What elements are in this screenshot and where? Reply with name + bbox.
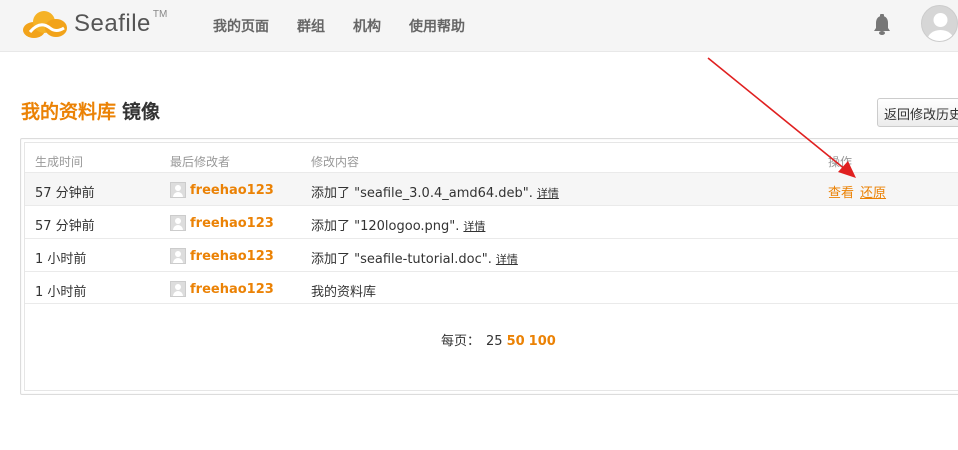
- nav-help[interactable]: 使用帮助: [409, 16, 465, 36]
- header-changes: 修改内容: [311, 155, 360, 169]
- change-description: 添加了 "seafile_3.0.4_amd64.deb".: [311, 186, 533, 201]
- user-link[interactable]: freehao123: [190, 216, 274, 231]
- top-header: Seafile TM 我的页面 群组 机构 使用帮助: [0, 0, 958, 52]
- seafile-logo[interactable]: Seafile TM: [20, 6, 167, 42]
- title-suffix: 镜像: [122, 101, 161, 123]
- nav-groups[interactable]: 群组: [297, 16, 325, 36]
- back-to-history-button[interactable]: 返回修改历史: [877, 98, 958, 127]
- row-change: 添加了 "seafile-tutorial.doc". 详情: [311, 248, 518, 267]
- detail-link[interactable]: 详情: [463, 220, 485, 233]
- per-page-current: 25: [486, 334, 503, 349]
- cloud-logo-icon: [23, 11, 67, 38]
- per-page-option[interactable]: 100: [529, 334, 556, 349]
- table-row: 57 分钟前 freehao123 添加了 "seafile_3.0.4_amd…: [25, 172, 958, 205]
- bell-icon[interactable]: [872, 14, 892, 36]
- per-page-pager: 每页： 25 50 100: [441, 330, 556, 349]
- row-change: 添加了 "120logoo.png". 详情: [311, 215, 485, 234]
- main-nav: 我的页面 群组 机构 使用帮助: [213, 16, 493, 36]
- repo-name-link[interactable]: 我的资料库: [21, 101, 116, 123]
- per-page-option[interactable]: 50: [507, 334, 525, 349]
- row-time: 1 小时前: [35, 252, 87, 267]
- user-avatar-icon: [170, 281, 186, 297]
- row-time: 57 分钟前: [35, 219, 95, 234]
- per-page-label: 每页：: [441, 334, 481, 349]
- page-title: 我的资料库 镜像: [21, 97, 160, 124]
- change-description: 添加了 "120logoo.png".: [311, 219, 460, 234]
- detail-link[interactable]: 详情: [496, 253, 518, 266]
- row-operations: 查看 还原: [828, 182, 892, 201]
- table-row: 57 分钟前 freehao123 添加了 "120logoo.png". 详情: [25, 205, 958, 238]
- row-change: 添加了 "seafile_3.0.4_amd64.deb". 详情: [311, 182, 559, 201]
- logo-text: Seafile: [74, 10, 151, 37]
- restore-link[interactable]: 还原: [860, 186, 886, 201]
- nav-organization[interactable]: 机构: [353, 16, 381, 36]
- user-avatar-icon: [170, 182, 186, 198]
- user-avatar-icon: [170, 248, 186, 264]
- row-user: freehao123: [170, 281, 274, 297]
- row-user: freehao123: [170, 182, 274, 198]
- header-time: 生成时间: [35, 155, 84, 169]
- user-link[interactable]: freehao123: [190, 183, 274, 198]
- row-user: freehao123: [170, 248, 274, 264]
- table-row: 1 小时前 freehao123 添加了 "seafile-tutorial.d…: [25, 238, 958, 271]
- row-time: 57 分钟前: [35, 186, 95, 201]
- user-link[interactable]: freehao123: [190, 249, 274, 264]
- nav-my-page[interactable]: 我的页面: [213, 16, 269, 36]
- logo-trademark: TM: [152, 8, 168, 20]
- history-table: 生成时间 最后修改者 修改内容 操作 57 分钟前 freehao123 添加了…: [24, 142, 958, 391]
- user-link[interactable]: freehao123: [190, 282, 274, 297]
- history-panel: 生成时间 最后修改者 修改内容 操作 57 分钟前 freehao123 添加了…: [20, 138, 958, 395]
- header-operations: 操作: [828, 155, 853, 169]
- row-change: 我的资料库: [311, 281, 376, 300]
- header-modifier: 最后修改者: [170, 155, 231, 169]
- table-row: 1 小时前 freehao123 我的资料库: [25, 271, 958, 304]
- change-description: 添加了 "seafile-tutorial.doc".: [311, 252, 492, 267]
- view-link[interactable]: 查看: [828, 186, 854, 201]
- row-time: 1 小时前: [35, 285, 87, 300]
- user-avatar-icon: [170, 215, 186, 231]
- user-avatar[interactable]: [921, 5, 958, 42]
- change-description: 我的资料库: [311, 285, 377, 300]
- row-user: freehao123: [170, 215, 274, 231]
- default-avatar-icon: [927, 13, 954, 41]
- detail-link[interactable]: 详情: [537, 187, 559, 200]
